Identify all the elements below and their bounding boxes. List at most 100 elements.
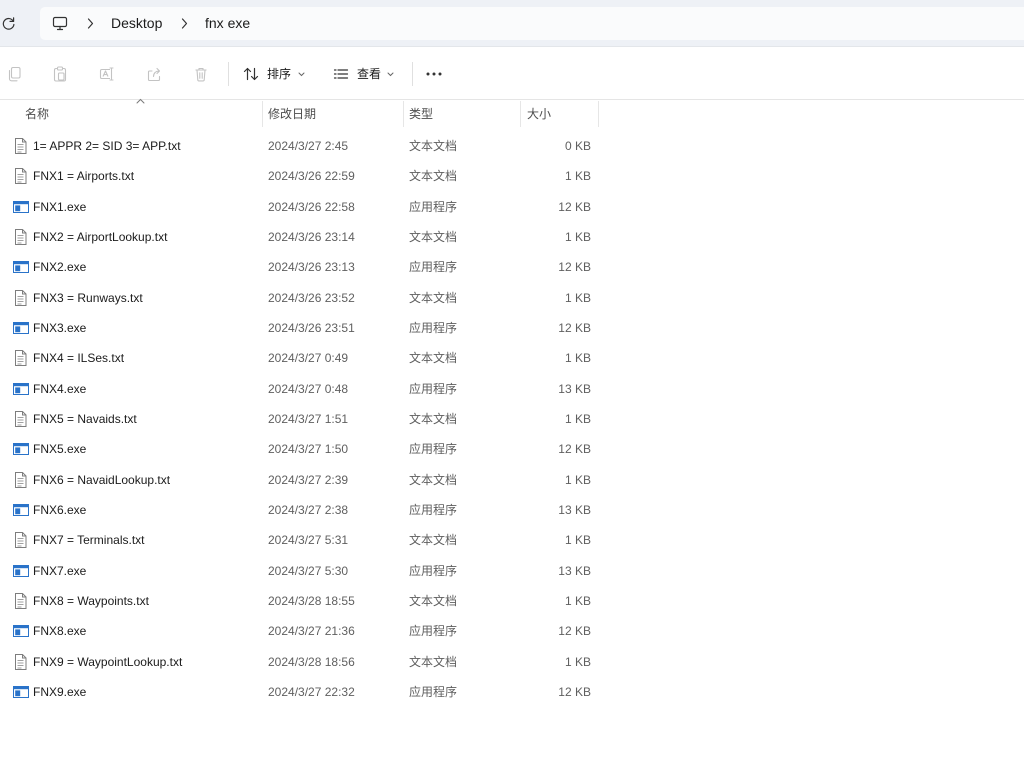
file-type: 应用程序	[409, 260, 458, 275]
file-size: 1 KB	[564, 229, 591, 244]
file-modified: 2024/3/27 0:49	[268, 351, 349, 366]
file-size: 12 KB	[558, 624, 591, 639]
column-resize-handle[interactable]	[520, 101, 521, 127]
file-size: 1 KB	[564, 169, 591, 184]
address-bar-region: Desktop fnx exe	[0, 0, 1024, 47]
file-name: FNX3 = Runways.txt	[33, 290, 143, 305]
application-icon	[13, 259, 29, 275]
file-row[interactable]: FNX6.exe 2024/3/27 2:38 应用程序 13 KB	[0, 495, 600, 525]
chevron-down-icon[interactable]	[387, 72, 394, 77]
sort-button[interactable]: 排序	[267, 66, 291, 82]
file-name: FNX1 = Airports.txt	[33, 169, 135, 184]
text-file-icon	[13, 289, 29, 306]
file-row[interactable]: FNX3 = Runways.txt 2024/3/26 23:52 文本文档 1 K…	[0, 283, 600, 313]
command-bar: 排序 查看	[0, 47, 1024, 100]
file-type: 文本文档	[409, 351, 458, 366]
view-button[interactable]: 查看	[357, 66, 381, 82]
file-name: FNX7 = Terminals.txt	[33, 533, 145, 548]
file-size: 1 KB	[564, 472, 591, 487]
application-icon	[13, 563, 29, 579]
file-row[interactable]: FNX3.exe 2024/3/26 23:51 应用程序 12 KB	[0, 313, 600, 343]
column-resize-handle[interactable]	[598, 101, 599, 127]
breadcrumb-current-folder[interactable]: fnx exe	[205, 7, 250, 40]
file-row[interactable]: FNX4 = ILSes.txt 2024/3/27 0:49 文本文档 1 KB	[0, 343, 600, 373]
column-resize-handle[interactable]	[403, 101, 404, 127]
share-icon[interactable]	[146, 66, 162, 82]
application-icon	[13, 441, 29, 457]
chevron-down-icon[interactable]	[298, 72, 305, 77]
address-box[interactable]: Desktop fnx exe	[40, 7, 1024, 40]
file-name: FNX8 = Waypoints.txt	[33, 593, 149, 608]
text-file-icon	[13, 532, 29, 549]
file-row[interactable]: FNX1 = Airports.txt 2024/3/26 22:59 文本文档 1 …	[0, 161, 600, 191]
breadcrumb-desktop[interactable]: Desktop	[111, 7, 162, 40]
file-modified: 2024/3/27 2:45	[268, 139, 349, 153]
file-name: FNX5 = Navaids.txt	[33, 411, 137, 426]
file-row[interactable]: FNX9.exe 2024/3/27 22:32 应用程序 12 KB	[0, 677, 600, 707]
file-row[interactable]: FNX2 = AirportLookup.txt 2024/3/26 23:14 文…	[0, 222, 600, 252]
file-name: FNX4.exe	[33, 381, 87, 396]
file-row[interactable]: FNX1.exe 2024/3/26 22:58 应用程序 12 KB	[0, 192, 600, 222]
chevron-right-icon[interactable]	[181, 18, 188, 29]
file-size: 12 KB	[558, 260, 591, 275]
file-row[interactable]: FNX8.exe 2024/3/27 21:36 应用程序 12 KB	[0, 616, 600, 646]
file-name: FNX5.exe	[33, 442, 87, 457]
file-name: FNX2.exe	[33, 260, 87, 275]
file-row[interactable]: FNX4.exe 2024/3/27 0:48 应用程序 13 KB	[0, 374, 600, 404]
file-name: FNX4 = ILSes.txt	[33, 351, 125, 366]
text-file-icon	[13, 228, 29, 245]
file-row[interactable]: FNX5.exe 2024/3/27 1:50 应用程序 12 KB	[0, 434, 600, 464]
file-modified: 2024/3/26 23:51	[268, 320, 355, 335]
text-file-icon	[13, 138, 29, 154]
file-type: 应用程序	[409, 684, 458, 699]
paste-icon[interactable]	[52, 66, 68, 82]
refresh-icon[interactable]	[1, 16, 16, 31]
file-row[interactable]: FNX2.exe 2024/3/26 23:13 应用程序 12 KB	[0, 252, 600, 282]
file-row[interactable]: FNX9 = WaypointLookup.txt 2024/3/28 18:56…	[0, 647, 600, 677]
file-name: FNX7.exe	[33, 563, 87, 578]
file-modified: 2024/3/28 18:56	[268, 654, 355, 669]
column-header-row: 名称 修改日期 类型 大小	[0, 98, 1024, 128]
file-type: 应用程序	[409, 442, 458, 457]
copy-icon[interactable]	[6, 66, 22, 82]
file-modified: 2024/3/28 18:55	[268, 593, 355, 608]
file-type: 文本文档	[409, 472, 458, 487]
text-file-icon	[13, 653, 29, 670]
file-size: 13 KB	[558, 502, 591, 517]
file-row[interactable]: FNX7.exe 2024/3/27 5:30 应用程序 13 KB	[0, 556, 600, 586]
file-size: 1 KB	[564, 290, 591, 305]
file-modified: 2024/3/26 22:59	[268, 169, 355, 184]
file-type: 应用程序	[409, 502, 458, 517]
file-modified: 2024/3/27 21:36	[268, 624, 355, 639]
file-size: 13 KB	[558, 381, 591, 396]
column-resize-handle[interactable]	[262, 101, 263, 127]
sort-icon[interactable]	[243, 66, 259, 82]
file-type: 文本文档	[409, 654, 458, 669]
file-modified: 2024/3/27 2:39	[268, 472, 349, 487]
chevron-right-icon[interactable]	[87, 18, 94, 29]
column-header-modified[interactable]: 修改日期	[268, 101, 316, 128]
file-row[interactable]: 1= APPR 2= SID 3= APP.txt 2024/3/27 2:45 文…	[0, 131, 600, 161]
file-name: FNX1.exe	[33, 199, 87, 214]
column-header-size[interactable]: 大小	[527, 101, 551, 128]
text-file-icon	[13, 350, 29, 367]
rename-icon[interactable]	[99, 66, 115, 82]
column-header-type[interactable]: 类型	[409, 101, 433, 128]
monitor-icon[interactable]	[52, 16, 68, 31]
file-type: 文本文档	[409, 139, 458, 153]
file-name: 1= APPR 2= SID 3= APP.txt	[33, 139, 181, 153]
file-name: FNX3.exe	[33, 320, 87, 335]
view-list-icon[interactable]	[333, 66, 349, 82]
more-icon[interactable]	[425, 70, 443, 78]
file-modified: 2024/3/26 23:13	[268, 260, 355, 275]
file-row[interactable]: FNX8 = Waypoints.txt 2024/3/28 18:55 文本文档 1…	[0, 586, 600, 616]
file-row[interactable]: FNX7 = Terminals.txt 2024/3/27 5:31 文本文档 1 …	[0, 525, 600, 555]
delete-icon[interactable]	[193, 66, 209, 82]
file-modified: 2024/3/27 22:32	[268, 684, 355, 699]
file-row[interactable]: FNX5 = Navaids.txt 2024/3/27 1:51 文本文档 1 KB	[0, 404, 600, 434]
text-file-icon	[13, 410, 29, 427]
file-modified: 2024/3/26 23:14	[268, 229, 355, 244]
column-header-name[interactable]: 名称	[25, 101, 49, 128]
file-row[interactable]: FNX6 = NavaidLookup.txt 2024/3/27 2:39 文本文…	[0, 465, 600, 495]
application-icon	[13, 684, 29, 700]
